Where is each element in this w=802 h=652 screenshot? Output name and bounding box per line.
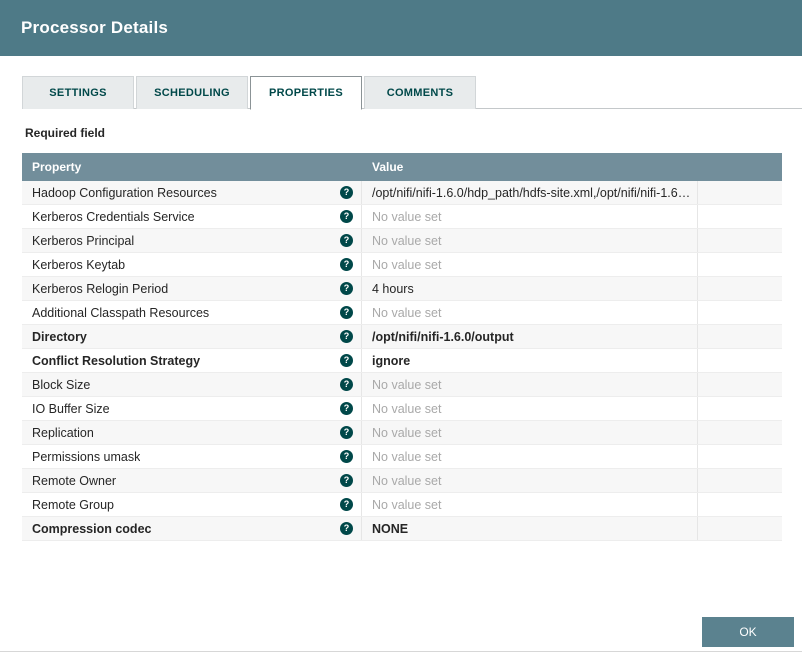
- required-field-label: Required field: [25, 126, 106, 140]
- dialog-header: Processor Details: [0, 0, 802, 56]
- table-row: Directory? /opt/nifi/nifi-1.6.0/output: [22, 325, 782, 349]
- property-name: Compression codec: [32, 521, 152, 536]
- property-name: Hadoop Configuration Resources: [32, 185, 217, 200]
- help-icon[interactable]: ?: [340, 258, 353, 271]
- help-icon[interactable]: ?: [340, 498, 353, 511]
- table-row: Block Size? No value set: [22, 373, 782, 397]
- property-value: /opt/nifi/nifi-1.6.0/output: [372, 329, 514, 344]
- help-icon[interactable]: ?: [340, 282, 353, 295]
- help-icon[interactable]: ?: [340, 474, 353, 487]
- help-icon[interactable]: ?: [340, 378, 353, 391]
- table-row: Kerberos Keytab? No value set: [22, 253, 782, 277]
- property-value: 4 hours: [372, 281, 414, 296]
- table-row: Hadoop Configuration Resources? /opt/nif…: [22, 181, 782, 205]
- table-header-row: Property Value: [22, 153, 782, 181]
- property-value: No value set: [372, 497, 442, 512]
- column-header-property: Property: [32, 160, 82, 174]
- property-name: Kerberos Credentials Service: [32, 209, 195, 224]
- property-value: No value set: [372, 305, 442, 320]
- property-name: Permissions umask: [32, 449, 141, 464]
- property-value: No value set: [372, 233, 442, 248]
- help-icon[interactable]: ?: [340, 354, 353, 367]
- table-row: Kerberos Credentials Service? No value s…: [22, 205, 782, 229]
- help-icon[interactable]: ?: [340, 426, 353, 439]
- tab-settings[interactable]: SETTINGS: [22, 76, 134, 109]
- property-value: No value set: [372, 473, 442, 488]
- help-icon[interactable]: ?: [340, 234, 353, 247]
- property-name: Conflict Resolution Strategy: [32, 353, 201, 368]
- help-icon[interactable]: ?: [340, 186, 353, 199]
- property-name: Remote Group: [32, 497, 114, 512]
- property-name: Kerberos Keytab: [32, 257, 126, 272]
- tab-properties[interactable]: PROPERTIES: [250, 76, 362, 110]
- table-row: Remote Group? No value set: [22, 493, 782, 517]
- property-value: No value set: [372, 377, 442, 392]
- tab-scheduling[interactable]: SCHEDULING: [136, 76, 248, 109]
- table-row: Additional Classpath Resources? No value…: [22, 301, 782, 325]
- dialog-title: Processor Details: [21, 18, 169, 37]
- help-icon[interactable]: ?: [340, 306, 353, 319]
- properties-table: Property Value Hadoop Configuration Reso…: [22, 153, 782, 541]
- property-value: /opt/nifi/nifi-1.6.0/hdp_path/hdfs-site.…: [372, 185, 697, 200]
- property-value: ignore: [372, 353, 411, 368]
- ok-button[interactable]: OK: [702, 617, 794, 647]
- property-name: Directory: [32, 329, 87, 344]
- tab-bar: SETTINGS SCHEDULING PROPERTIES COMMENTS: [22, 76, 802, 110]
- help-icon[interactable]: ?: [340, 450, 353, 463]
- property-name: Replication: [32, 425, 94, 440]
- table-row: Kerberos Relogin Period? 4 hours: [22, 277, 782, 301]
- help-icon[interactable]: ?: [340, 522, 353, 535]
- processor-details-dialog: Processor Details SETTINGS SCHEDULING PR…: [0, 0, 802, 652]
- property-name: Remote Owner: [32, 473, 117, 488]
- property-name: IO Buffer Size: [32, 401, 110, 416]
- property-name: Block Size: [32, 377, 91, 392]
- help-icon[interactable]: ?: [340, 402, 353, 415]
- property-value: No value set: [372, 401, 442, 416]
- property-value: NONE: [372, 521, 409, 536]
- table-row: Compression codec? NONE: [22, 517, 782, 541]
- table-row: Kerberos Principal? No value set: [22, 229, 782, 253]
- table-row: Permissions umask? No value set: [22, 445, 782, 469]
- help-icon[interactable]: ?: [340, 210, 353, 223]
- property-value: No value set: [372, 449, 442, 464]
- property-name: Additional Classpath Resources: [32, 305, 210, 320]
- table-row: Remote Owner? No value set: [22, 469, 782, 493]
- help-icon[interactable]: ?: [340, 330, 353, 343]
- property-value: No value set: [372, 425, 442, 440]
- table-row: Replication? No value set: [22, 421, 782, 445]
- table-row: IO Buffer Size? No value set: [22, 397, 782, 421]
- property-value: No value set: [372, 257, 442, 272]
- tab-comments[interactable]: COMMENTS: [364, 76, 476, 109]
- property-name: Kerberos Relogin Period: [32, 281, 169, 296]
- table-row: Conflict Resolution Strategy? ignore: [22, 349, 782, 373]
- property-name: Kerberos Principal: [32, 233, 135, 248]
- property-value: No value set: [372, 209, 442, 224]
- column-header-value: Value: [372, 160, 404, 174]
